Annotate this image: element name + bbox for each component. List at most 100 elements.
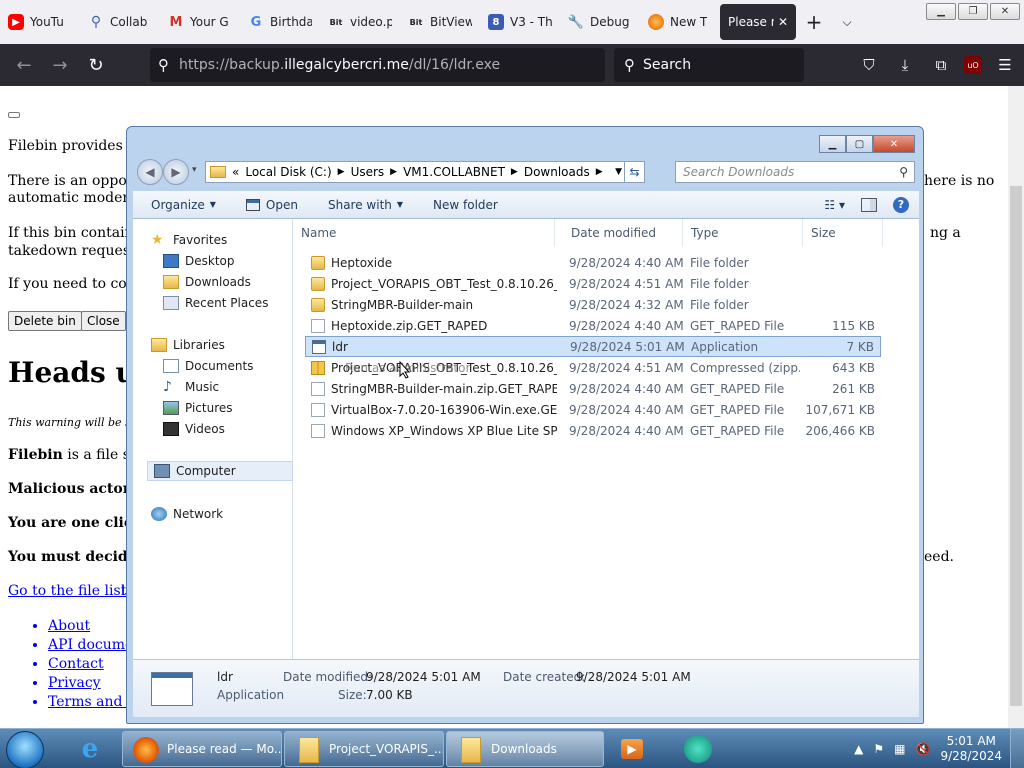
tab-video[interactable]: Bit video.p [320,4,400,40]
tab-new[interactable]: New T [640,4,720,40]
nav-computer[interactable]: Computer [147,461,293,481]
breadcrumb-users[interactable]: Users [351,165,385,179]
scrollbar-thumb[interactable] [1010,186,1022,706]
organize-button[interactable]: Organize ▼ [151,198,216,212]
ublock-icon[interactable]: uO [964,56,982,74]
nav-favorites[interactable]: ★ Favorites [151,233,227,247]
nav-downloads[interactable]: Downloads [163,275,251,289]
taskbar-explorer-project[interactable]: Project_VORAPIS_... [284,731,444,767]
search-bar[interactable]: ⚲ Search [614,48,804,82]
tab-birthday[interactable]: G Birthda [240,4,320,40]
terms-link[interactable]: Terms and c [48,694,135,713]
network-status-icon[interactable]: ▦ [894,742,905,756]
file-row-selected[interactable]: ldr 9/28/2024 5:01 AM Application 7 KB [305,336,881,357]
breadcrumb-overflow-icon[interactable]: « [232,165,239,179]
file-row[interactable]: Project_VORAPIS_OBT_Test_0.8.10.26_(17..… [305,273,881,294]
minimize-icon[interactable]: ▁ [819,135,846,153]
reload-icon[interactable]: ↻ [78,55,114,76]
chevron-right-icon[interactable]: ▶ [596,167,603,177]
about-link[interactable]: About [48,618,135,637]
file-list-link-fragment[interactable]: l [121,583,125,599]
preview-pane-icon[interactable] [861,197,877,212]
restore-icon[interactable]: ❐ [958,3,988,20]
view-options-icon[interactable]: ☷ ▾ [824,198,845,212]
forward-icon[interactable]: → [42,55,78,76]
tab-gmail[interactable]: M Your G [160,4,240,40]
chevron-right-icon[interactable]: ▶ [390,167,397,177]
file-row[interactable]: Windows XP_Windows XP Blue Lite SP3[S...… [305,420,881,441]
chevron-right-icon[interactable]: ▶ [511,167,518,177]
nav-network[interactable]: Network [151,507,223,521]
share-with-button[interactable]: Share with ▼ [328,198,403,212]
search-downloads-input[interactable]: Search Downloads ⚲ [675,161,915,183]
maximize-icon[interactable]: ▢ [846,135,873,153]
recent-pages-icon[interactable]: ▾ [192,165,197,175]
back-icon[interactable]: ← [6,55,42,76]
media-player-icon[interactable]: ▶ [614,732,650,766]
minimize-icon[interactable]: ▁ [926,3,956,20]
list-tabs-icon[interactable]: ⌵ [832,15,862,30]
taskbar-explorer-downloads[interactable]: Downloads [446,731,604,767]
tab-v3[interactable]: 8 V3 - Th [480,4,560,40]
file-row[interactable]: VirtualBox-7.0.20-163906-Win.exe.GET_R..… [305,399,881,420]
new-tab-button[interactable]: + [796,10,832,34]
start-button[interactable] [6,731,44,768]
tab-bitview[interactable]: Bit BitView [400,4,480,40]
youtube-icon: ▶ [8,14,24,30]
new-folder-button[interactable]: New folder [433,198,498,212]
delete-bin-button[interactable]: Delete bin [8,311,82,331]
column-type[interactable]: Type [683,219,803,247]
file-list-link[interactable]: Go to the file list [8,583,126,599]
nav-recent-places[interactable]: Recent Places [163,296,268,310]
clock[interactable]: 5:01 AM 9/28/2024 [940,734,1002,764]
chevron-down-icon[interactable]: ▼ [615,167,622,177]
file-row[interactable]: StringMBR-Builder-main.zip.GET_RAPED 9/28… [305,378,881,399]
flag-icon[interactable]: ⚑ [873,742,884,756]
page-scrollbar[interactable] [1008,86,1024,728]
nav-music[interactable]: ♪ Music [163,380,219,394]
close-button[interactable]: Close [81,311,126,331]
refresh-icon[interactable]: ⇆ [624,161,644,183]
breadcrumb-local-disk[interactable]: Local Disk (C:) [245,165,331,179]
show-desktop-button[interactable] [1010,729,1024,768]
app-icon[interactable] [680,732,716,766]
breadcrumb-vm1[interactable]: VM1.COLLABNET [403,165,505,179]
open-button[interactable]: Open [245,198,298,212]
nav-videos[interactable]: Videos [163,422,225,436]
nav-pictures[interactable]: Pictures [163,401,233,415]
contact-link[interactable]: Contact [48,656,135,675]
extensions-icon[interactable]: ⧉ [928,50,954,80]
help-icon[interactable]: ? [893,196,909,213]
close-icon[interactable]: ✕ [990,3,1020,20]
nav-documents[interactable]: Documents [163,359,253,373]
address-bar[interactable]: « Local Disk (C:) ▶ Users ▶ VM1.COLLABNET ▶… [205,161,645,183]
column-name[interactable]: Name [293,219,555,247]
tab-youtube[interactable]: ▶ YouTu [0,4,80,40]
file-row[interactable]: Heptoxide.zip.GET_RAPED 9/28/2024 4:40 AM… [305,315,881,336]
column-date-modified[interactable]: Date modified [563,219,683,247]
volume-muted-icon[interactable]: 🔇 [916,742,931,756]
menu-icon[interactable]: ☰ [992,50,1018,80]
pocket-icon[interactable]: ⛉ [856,50,882,80]
show-hidden-icons-icon[interactable]: ▲ [854,742,863,756]
close-tab-icon[interactable]: ✕ [778,15,788,29]
taskbar-firefox[interactable]: Please read — Mo... [122,731,282,767]
api-docs-link[interactable]: API docume [48,637,135,656]
internet-explorer-icon[interactable]: e [72,732,108,766]
chevron-right-icon[interactable]: ▶ [338,167,345,177]
privacy-link[interactable]: Privacy [48,675,135,694]
back-icon[interactable]: ◀ [137,159,163,185]
tab-please-read[interactable]: Please r ✕ [720,4,796,40]
tab-debug[interactable]: 🔧 Debug [560,4,640,40]
breadcrumb-downloads[interactable]: Downloads [524,165,590,179]
file-row[interactable]: StringMBR-Builder-main 9/28/2024 4:32 AM F… [305,294,881,315]
url-bar[interactable]: ⚲ https://backup. illegalcybercri.me/dl/1… [150,48,605,82]
nav-libraries[interactable]: Libraries [151,338,225,352]
forward-icon[interactable]: ▶ [163,159,189,185]
column-size[interactable]: Size [803,219,883,247]
nav-desktop[interactable]: Desktop [163,254,235,268]
tab-collab[interactable]: ⚲ Collab [80,4,160,40]
file-row[interactable]: Heptoxide 9/28/2024 4:40 AM File folder [305,252,881,273]
download-icon[interactable]: ⤓ [892,50,918,80]
close-icon[interactable]: ✕ [873,135,915,153]
